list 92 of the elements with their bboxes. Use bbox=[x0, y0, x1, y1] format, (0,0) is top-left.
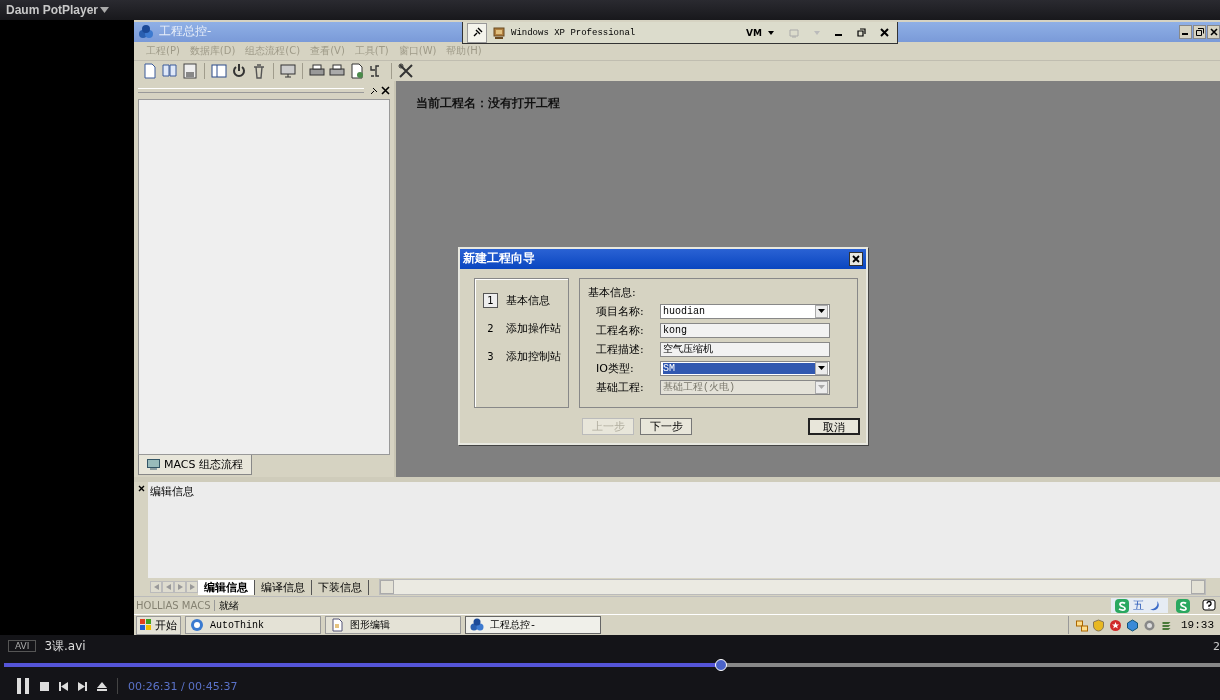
shield-icon[interactable] bbox=[1109, 618, 1122, 632]
close-icon[interactable] bbox=[381, 86, 390, 96]
document-icon[interactable] bbox=[349, 62, 365, 79]
minimize-button[interactable] bbox=[1179, 24, 1192, 39]
field-label: 基础工程: bbox=[596, 379, 645, 395]
field-label: 项目名称: bbox=[596, 303, 645, 319]
tab[interactable]: 编辑信息 bbox=[198, 579, 255, 595]
power-icon[interactable] bbox=[231, 62, 247, 79]
taskbar-button[interactable]: 图形编辑 bbox=[325, 616, 461, 635]
taskbar-button[interactable]: AutoThink bbox=[185, 616, 321, 635]
vm-title: Windows XP Professional bbox=[511, 27, 637, 38]
printer-icon[interactable] bbox=[309, 62, 325, 79]
eject-icon[interactable] bbox=[97, 681, 107, 691]
field-label: 工程名称: bbox=[596, 322, 645, 338]
shield-icon[interactable] bbox=[1092, 618, 1105, 632]
dropdown[interactable]: SM bbox=[660, 360, 830, 376]
monitor-icon bbox=[147, 459, 160, 471]
app-icon bbox=[470, 618, 484, 633]
restore-icon bbox=[1195, 27, 1204, 36]
playback-time: 00:26:31 / 00:45:37 bbox=[128, 679, 238, 693]
corner-text: 2 bbox=[1213, 639, 1220, 653]
input-field[interactable]: 空气压缩机 bbox=[660, 341, 830, 357]
tab[interactable]: 编译信息 bbox=[255, 579, 312, 595]
input-method-icon[interactable] bbox=[1176, 598, 1190, 613]
status-text: 就绪 bbox=[219, 598, 240, 613]
restore-icon[interactable] bbox=[857, 28, 866, 37]
restore-button[interactable] bbox=[1193, 24, 1206, 39]
app-title: Daum PotPlayer bbox=[6, 3, 99, 17]
input-mode-label[interactable]: 五 bbox=[1133, 598, 1144, 614]
input-field[interactable]: kong bbox=[660, 322, 830, 338]
clock: 19:33 bbox=[1181, 619, 1214, 632]
step-label[interactable]: 添加控制站 bbox=[506, 348, 561, 364]
step-number[interactable]: 1 bbox=[483, 292, 498, 308]
taskbar-button[interactable]: 工程总控- bbox=[465, 616, 601, 635]
file-name: 3课.avi bbox=[44, 637, 86, 655]
window-title: 工程总控- bbox=[159, 23, 212, 41]
help-icon[interactable] bbox=[1202, 598, 1216, 613]
format-badge: AVI bbox=[8, 640, 37, 652]
project-status-text: 当前工程名：没有打开工程 bbox=[416, 94, 561, 112]
caret-icon bbox=[818, 309, 825, 314]
window-icon[interactable] bbox=[211, 62, 227, 79]
step-number[interactable]: 3 bbox=[483, 348, 498, 364]
trash-icon[interactable] bbox=[251, 62, 267, 79]
printer-icon[interactable] bbox=[329, 62, 345, 79]
app-icon bbox=[138, 24, 154, 39]
caret-icon bbox=[818, 366, 825, 371]
pause-icon[interactable] bbox=[16, 678, 30, 694]
circle-icon bbox=[190, 618, 204, 633]
save-icon[interactable] bbox=[182, 62, 198, 79]
vm-menu-button[interactable]: VM bbox=[746, 27, 762, 38]
tools-icon[interactable] bbox=[398, 62, 414, 79]
monitor-icon[interactable] bbox=[280, 62, 296, 79]
start-button[interactable]: 开始 bbox=[136, 615, 181, 635]
group-title: 基本信息: bbox=[588, 284, 637, 300]
close-icon bbox=[1209, 27, 1218, 36]
status-brand: HOLLIAS MACS bbox=[136, 600, 216, 612]
input-method-icon[interactable] bbox=[1115, 598, 1129, 613]
seek-handle[interactable] bbox=[715, 659, 728, 671]
pin-icon[interactable] bbox=[370, 86, 379, 96]
document-icon bbox=[330, 618, 344, 633]
step-label[interactable]: 添加操作站 bbox=[506, 320, 561, 336]
dialog-title: 新建工程向导 bbox=[463, 250, 535, 268]
field-label: IO类型: bbox=[596, 360, 635, 376]
field-label: 工程描述: bbox=[596, 341, 645, 357]
new-document-icon[interactable] bbox=[142, 62, 158, 79]
computer-icon bbox=[493, 26, 505, 39]
wizard-button[interactable]: 下一步 bbox=[640, 417, 692, 435]
log-text: 编辑信息 bbox=[150, 484, 195, 500]
caret-icon bbox=[818, 385, 825, 390]
horizontal-scrollbar[interactable] bbox=[379, 579, 1206, 596]
tab[interactable]: 下装信息 bbox=[312, 579, 369, 595]
close-icon[interactable] bbox=[137, 485, 145, 493]
close-button[interactable] bbox=[1207, 24, 1220, 39]
tab[interactable]: MACS 组态流程 bbox=[138, 455, 252, 476]
moon-icon[interactable] bbox=[1148, 599, 1160, 612]
step-label[interactable]: 基本信息 bbox=[506, 292, 550, 308]
close-icon bbox=[852, 254, 860, 263]
caret-icon[interactable] bbox=[100, 7, 110, 13]
stop-icon[interactable] bbox=[40, 681, 49, 691]
caret-icon[interactable] bbox=[768, 30, 774, 35]
close-icon[interactable] bbox=[880, 28, 889, 37]
documents-icon[interactable] bbox=[162, 62, 178, 79]
pin-icon bbox=[471, 27, 483, 38]
next-icon[interactable] bbox=[78, 681, 87, 691]
windows-logo-icon bbox=[140, 619, 152, 632]
dropdown[interactable]: huodian bbox=[660, 303, 830, 319]
previous-icon[interactable] bbox=[59, 681, 68, 691]
step-number[interactable]: 2 bbox=[483, 320, 498, 336]
cube-icon[interactable] bbox=[1126, 618, 1139, 632]
wizard-button[interactable]: 取消 bbox=[808, 417, 860, 435]
close-button[interactable] bbox=[849, 251, 863, 266]
pin-button[interactable] bbox=[467, 22, 487, 43]
